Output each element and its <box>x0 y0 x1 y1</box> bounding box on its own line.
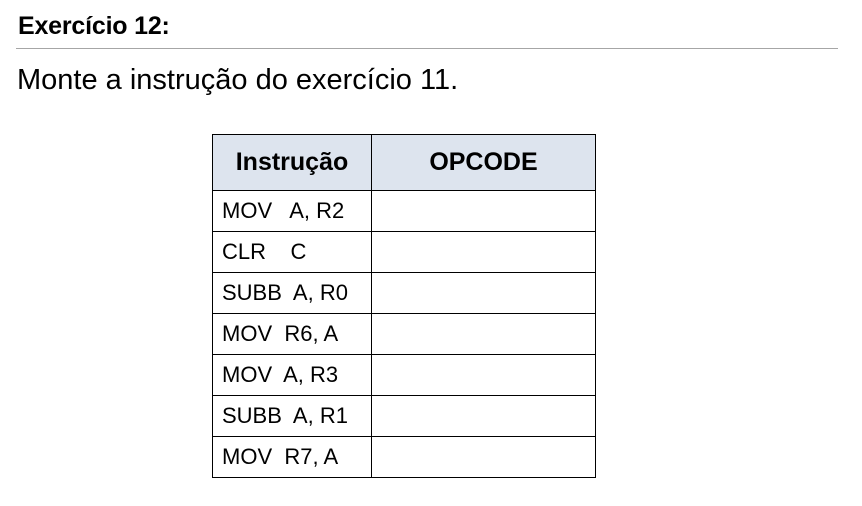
exercise-title: Exercício 12: <box>18 12 170 40</box>
exercise-statement: Monte a instrução do exercício 11. <box>17 64 459 96</box>
opcode-cell <box>371 354 596 396</box>
column-header-instrucao: Instrução <box>212 134 372 191</box>
table-row: MOV R7, A <box>212 436 596 478</box>
instruction-cell: SUBB A, R1 <box>212 395 372 437</box>
opcode-cell <box>371 395 596 437</box>
table-row: SUBB A, R0 <box>212 272 596 314</box>
instruction-cell: CLR C <box>212 231 372 273</box>
instruction-cell: MOV A, R2 <box>212 190 372 232</box>
title-divider <box>16 48 838 49</box>
table-row: MOV A, R2 <box>212 190 596 232</box>
opcode-cell <box>371 436 596 478</box>
column-header-opcode: OPCODE <box>371 134 596 191</box>
instruction-cell: SUBB A, R0 <box>212 272 372 314</box>
opcode-cell <box>371 313 596 355</box>
table-row: MOV A, R3 <box>212 354 596 396</box>
instruction-cell: MOV R7, A <box>212 436 372 478</box>
opcode-cell <box>371 231 596 273</box>
table-header-row: Instrução OPCODE <box>212 134 596 191</box>
instruction-table: Instrução OPCODE MOV A, R2 CLR C SUBB A,… <box>212 134 596 478</box>
instruction-cell: MOV A, R3 <box>212 354 372 396</box>
instruction-cell: MOV R6, A <box>212 313 372 355</box>
table-row: SUBB A, R1 <box>212 395 596 437</box>
table-row: CLR C <box>212 231 596 273</box>
table-row: MOV R6, A <box>212 313 596 355</box>
opcode-cell <box>371 190 596 232</box>
opcode-cell <box>371 272 596 314</box>
